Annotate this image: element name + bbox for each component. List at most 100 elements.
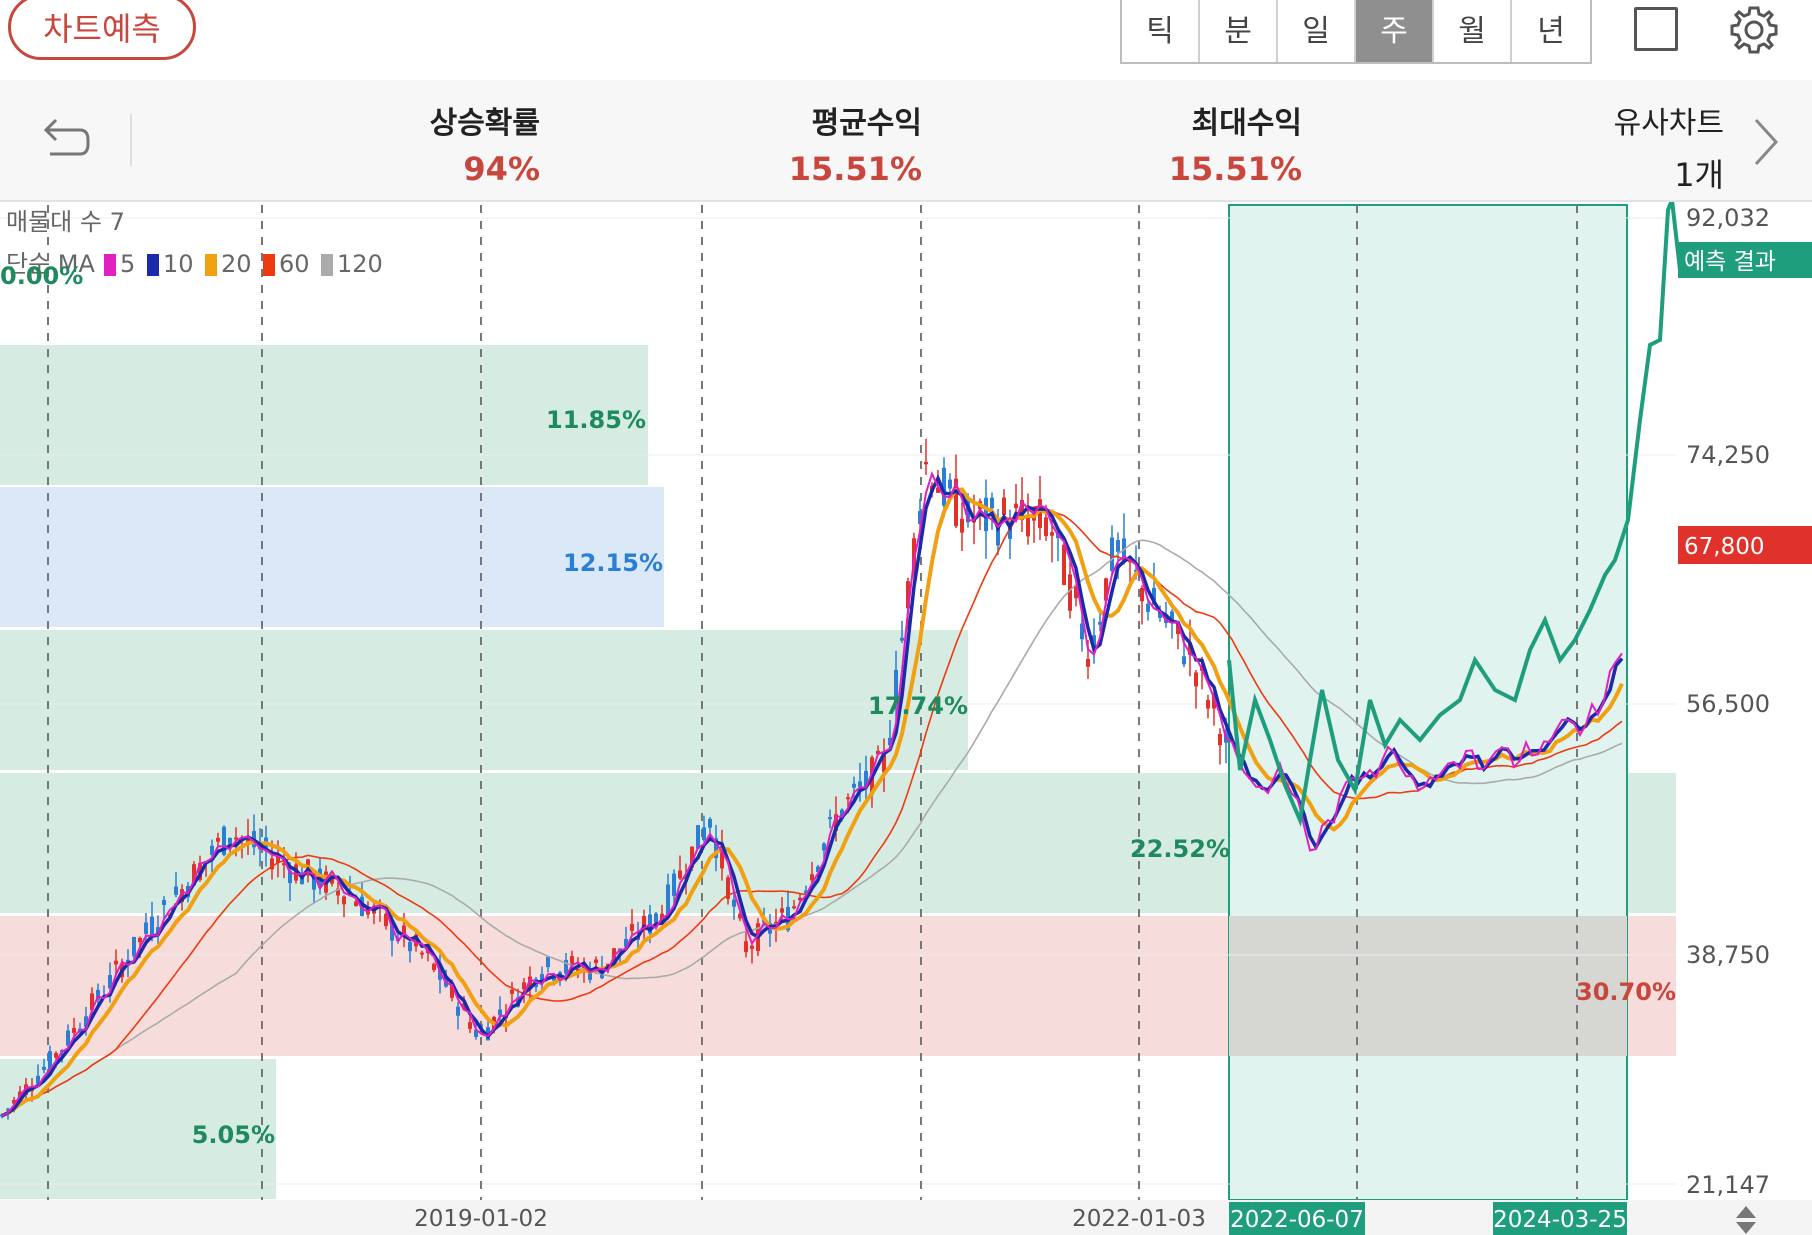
candle-body xyxy=(132,936,136,957)
stat-label: 유사차트 xyxy=(1613,106,1724,141)
stat-max-return: 최대수익 15.51% xyxy=(1169,98,1302,188)
gear-icon[interactable] xyxy=(1726,2,1782,58)
candle-body xyxy=(216,837,220,842)
candle-body xyxy=(1182,656,1186,665)
candle-body xyxy=(708,818,712,828)
candle-body xyxy=(858,781,862,787)
legend-ma-period: 60 xyxy=(279,250,310,278)
candle-body xyxy=(948,479,952,489)
period-tabs: 틱 분 일 주 월 년 xyxy=(1120,0,1592,64)
candle-body xyxy=(114,960,118,965)
stat-value: 15.51% xyxy=(1168,150,1302,188)
candle-body xyxy=(162,900,166,905)
legend-swatch xyxy=(147,254,159,276)
volume-profile-label: 12.15% xyxy=(563,549,663,577)
candle-body xyxy=(510,989,514,994)
candle-body xyxy=(342,896,346,905)
candle-body xyxy=(1062,544,1066,585)
x-axis-label: 2019-01-02 xyxy=(414,1206,548,1232)
candle-body xyxy=(432,963,436,971)
candle-body xyxy=(780,908,784,913)
range-end-label: 2024-03-25 xyxy=(1493,1207,1627,1233)
legend-ma-period: 20 xyxy=(221,250,252,278)
candle-body xyxy=(960,518,964,533)
candle-body xyxy=(696,825,700,849)
undo-icon[interactable] xyxy=(36,108,94,166)
tab-week[interactable]: 주 xyxy=(1356,0,1434,62)
stat-similar-charts[interactable]: 유사차트 1개 xyxy=(1614,98,1724,196)
candle-body xyxy=(150,916,154,938)
candle-body xyxy=(1044,517,1048,537)
candle-body xyxy=(1002,497,1006,515)
legend-profile-count: 매물대 수 7 xyxy=(6,208,125,236)
candle-body xyxy=(1194,672,1198,687)
candle-body xyxy=(1218,733,1222,746)
stat-value: 94% xyxy=(463,150,540,188)
candle-body xyxy=(1086,658,1090,667)
candle-body xyxy=(672,873,676,896)
volume-profile-label: 0.00% xyxy=(0,262,83,290)
candle-body xyxy=(924,461,928,465)
candle-body xyxy=(72,1027,76,1033)
legend-ma-period: 5 xyxy=(120,250,135,278)
candle-body xyxy=(456,1006,460,1016)
tab-minute[interactable]: 분 xyxy=(1200,0,1278,62)
candle-body xyxy=(852,783,856,788)
candle-body xyxy=(678,870,682,879)
candle-body xyxy=(1014,503,1018,509)
candle-body xyxy=(420,952,424,955)
candle-body xyxy=(228,837,232,844)
candle-body xyxy=(546,956,550,968)
chart-predict-button[interactable]: 차트예측 xyxy=(8,0,196,60)
candle-body xyxy=(144,922,148,934)
candle-body xyxy=(594,959,598,964)
y-axis-label: 74,250 xyxy=(1686,441,1770,469)
prediction-result-label: 예측 결과 xyxy=(1684,249,1776,275)
stat-label: 최대수익 xyxy=(1191,106,1302,141)
chevron-right-icon[interactable] xyxy=(1748,112,1782,172)
candle-body xyxy=(468,1022,472,1029)
volume-profile-bar xyxy=(0,630,968,770)
y-axis-label: 38,750 xyxy=(1686,941,1770,969)
tab-month[interactable]: 월 xyxy=(1434,0,1512,62)
candle-body xyxy=(42,1066,46,1070)
tab-day[interactable]: 일 xyxy=(1278,0,1356,62)
y-axis-label: 92,032 xyxy=(1686,204,1770,232)
candle-body xyxy=(1116,540,1120,552)
candle-body xyxy=(66,1030,70,1046)
stat-value: 1개 xyxy=(1674,156,1724,194)
candle-body xyxy=(828,817,832,820)
range-start-label: 2022-06-07 xyxy=(1230,1207,1364,1233)
volume-profile-label: 22.52% xyxy=(1130,835,1230,863)
stat-value: 15.51% xyxy=(788,150,922,188)
stat-label: 평균수익 xyxy=(811,106,922,141)
legend-swatch xyxy=(205,254,217,276)
fullscreen-icon[interactable] xyxy=(1634,7,1678,51)
volume-profile xyxy=(0,204,1676,1201)
candle-body xyxy=(654,913,658,923)
candle-body xyxy=(1050,532,1054,536)
candle-body xyxy=(822,843,826,851)
stat-label: 상승확률 xyxy=(429,106,540,141)
candle-body xyxy=(846,797,850,800)
tab-tick[interactable]: 틱 xyxy=(1122,0,1200,62)
legend-swatch xyxy=(263,254,275,276)
candle-body xyxy=(750,945,754,949)
y-axis-label: 21,147 xyxy=(1686,1171,1770,1199)
top-bar: 차트예측 틱 분 일 주 월 년 xyxy=(0,0,1812,78)
volume-profile-label: 30.70% xyxy=(1576,978,1676,1006)
candle-body xyxy=(990,497,994,509)
prediction-stats-bar: 상승확률 94% 평균수익 15.51% 최대수익 15.51% 유사차트 1개 xyxy=(0,80,1812,202)
volume-profile-label: 11.85% xyxy=(546,406,646,434)
legend-ma-period: 120 xyxy=(337,250,383,278)
tab-year[interactable]: 년 xyxy=(1512,0,1590,62)
candle-body xyxy=(702,827,706,841)
candle-body xyxy=(174,886,178,895)
candle-body xyxy=(498,1009,502,1016)
candle-body xyxy=(1140,587,1144,602)
legend-swatch xyxy=(104,254,116,276)
candle-body xyxy=(1026,517,1030,537)
prediction-overlap-band xyxy=(1229,916,1627,1056)
legend-ma-period: 10 xyxy=(163,250,194,278)
legend-swatch xyxy=(321,254,333,276)
